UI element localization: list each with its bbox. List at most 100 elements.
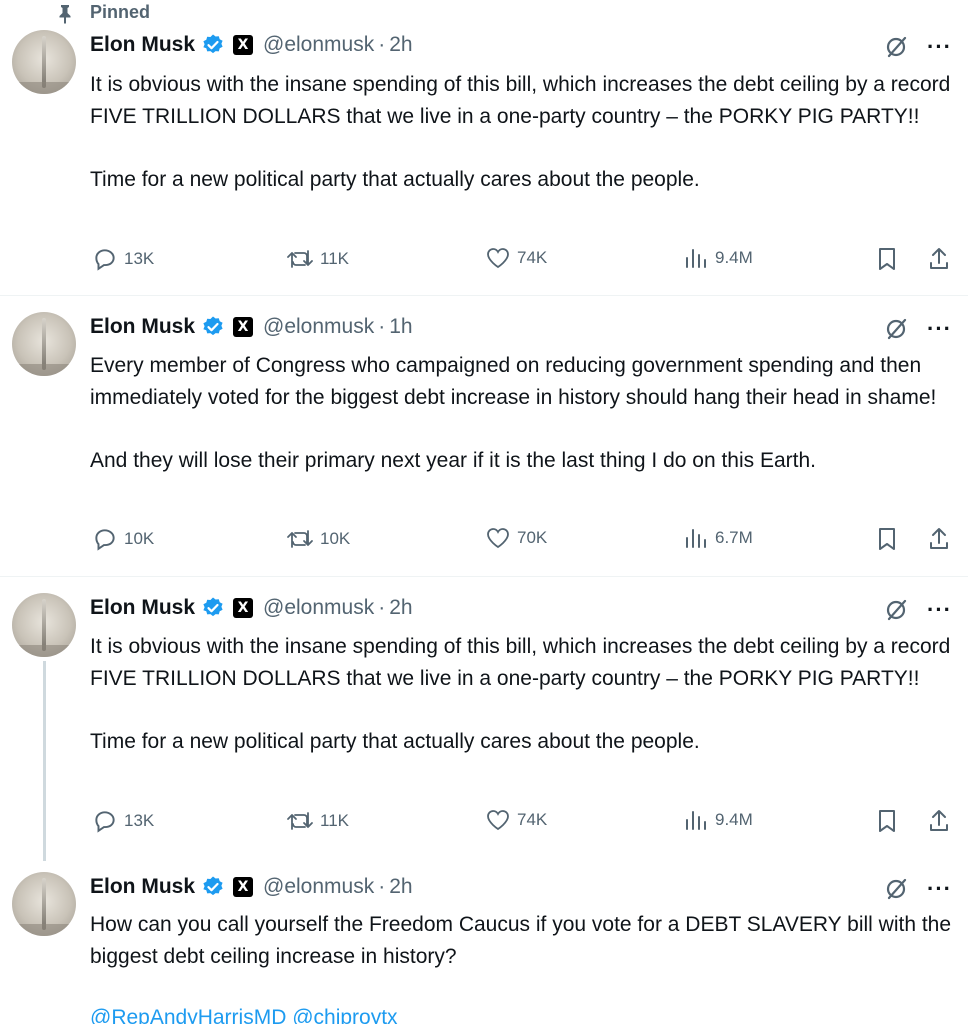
author-handle[interactable]: @elonmusk (263, 596, 374, 620)
author-name[interactable]: Elon Musk (90, 33, 195, 57)
like-icon (487, 810, 509, 831)
tweet-text: How can you call yourself the Freedom Ca… (90, 913, 952, 968)
reply-count: 13K (124, 811, 155, 830)
views-icon (686, 529, 706, 548)
timestamp[interactable]: 2h (389, 875, 412, 899)
avatar[interactable] (12, 30, 76, 94)
like-count: 70K (517, 528, 548, 547)
like-count: 74K (517, 248, 548, 267)
reply-button[interactable]: 13K (92, 808, 154, 834)
more-icon[interactable]: ··· (927, 597, 952, 623)
verified-badge-icon[interactable] (201, 33, 225, 57)
avatar[interactable] (12, 312, 76, 376)
more-icon[interactable]: ··· (927, 876, 952, 902)
reply-button[interactable]: 13K (92, 246, 154, 272)
retweet-count: 11K (320, 811, 349, 830)
retweet-count: 11K (320, 249, 349, 268)
separator: · (378, 33, 386, 56)
tweet-text: It is obvious with the insane spending o… (90, 635, 951, 753)
bookmark-icon (879, 248, 895, 270)
retweet-icon (287, 250, 313, 268)
tweet-actions: 13K 11K 74K 9.4M (0, 246, 968, 274)
tweet-text: It is obvious with the insane spending o… (90, 73, 951, 191)
view-count: 9.4M (715, 810, 753, 829)
like-button[interactable]: 74K (485, 246, 547, 270)
avatar[interactable] (12, 593, 76, 657)
more-icon[interactable]: ··· (927, 316, 952, 342)
reply-icon (95, 529, 115, 551)
retweet-button[interactable]: 10K (286, 526, 350, 552)
like-button[interactable]: 70K (485, 526, 547, 550)
share-button[interactable] (928, 808, 956, 834)
verified-badge-icon[interactable] (201, 596, 225, 620)
like-icon (487, 528, 509, 549)
grok-icon[interactable] (884, 597, 910, 628)
tweet[interactable]: Elon Musk X @elonmusk · 2h ··· It is obv… (0, 0, 968, 295)
reply-icon (95, 249, 115, 271)
grok-icon[interactable] (884, 34, 910, 65)
tweet-header: Elon Musk X @elonmusk · 2h (90, 593, 413, 623)
bookmark-button[interactable] (876, 808, 904, 834)
separator: · (378, 315, 386, 338)
grok-icon[interactable] (884, 316, 910, 347)
author-handle[interactable]: @elonmusk (263, 875, 374, 899)
separator: · (378, 596, 386, 619)
bookmark-button[interactable] (876, 526, 904, 552)
verified-badge-icon[interactable] (201, 315, 225, 339)
share-button[interactable] (928, 526, 956, 552)
x-logo-icon: X (233, 35, 254, 55)
tweet-text: Every member of Congress who campaigned … (90, 354, 937, 472)
bookmark-icon (879, 810, 895, 832)
author-handle[interactable]: @elonmusk (263, 315, 374, 339)
share-icon (930, 528, 948, 549)
retweet-button[interactable]: 11K (286, 808, 349, 834)
tweet-actions: 10K 10K 70K 6.7M (0, 526, 968, 554)
like-button[interactable]: 74K (485, 808, 547, 832)
views-button[interactable]: 6.7M (683, 526, 753, 550)
tweet-header: Elon Musk X @elonmusk · 1h (90, 312, 413, 342)
share-icon (930, 248, 948, 269)
tweet-actions: 13K 11K 74K 9.4M (0, 808, 968, 836)
tweet[interactable]: Elon Musk X @elonmusk · 1h ··· Every mem… (0, 296, 968, 576)
reply-icon (95, 811, 115, 833)
view-count: 9.4M (715, 248, 753, 267)
view-count: 6.7M (715, 528, 753, 547)
avatar[interactable] (12, 872, 76, 936)
separator: · (378, 875, 386, 898)
tweet[interactable]: Elon Musk X @elonmusk · 2h ··· How can y… (0, 862, 968, 1024)
retweet-icon (287, 530, 313, 548)
like-count: 74K (517, 810, 548, 829)
reply-count: 10K (124, 529, 155, 548)
tweet-header: Elon Musk X @elonmusk · 2h (90, 30, 413, 60)
retweet-count: 10K (320, 529, 351, 548)
bookmark-icon (879, 528, 895, 550)
share-button[interactable] (928, 246, 956, 272)
author-name[interactable]: Elon Musk (90, 596, 195, 620)
share-icon (930, 810, 948, 831)
reply-count: 13K (124, 249, 155, 268)
reply-button[interactable]: 10K (92, 526, 154, 552)
views-icon (686, 249, 706, 268)
timestamp[interactable]: 2h (389, 33, 412, 57)
tweet-header: Elon Musk X @elonmusk · 2h (90, 872, 413, 902)
timestamp[interactable]: 1h (389, 315, 412, 339)
tweet[interactable]: Elon Musk X @elonmusk · 2h ··· It is obv… (0, 577, 968, 862)
x-logo-icon: X (233, 317, 254, 337)
retweet-icon (287, 812, 313, 830)
bookmark-button[interactable] (876, 246, 904, 272)
views-button[interactable]: 9.4M (683, 808, 753, 832)
author-name[interactable]: Elon Musk (90, 875, 195, 899)
grok-icon[interactable] (884, 876, 910, 907)
views-button[interactable]: 9.4M (683, 246, 753, 270)
retweet-button[interactable]: 11K (286, 246, 349, 272)
more-icon[interactable]: ··· (927, 34, 952, 60)
mentions-links[interactable]: @RepAndyHarrisMD @chiproytx (90, 1006, 398, 1024)
views-icon (686, 811, 706, 830)
verified-badge-icon[interactable] (201, 875, 225, 899)
x-logo-icon: X (233, 877, 254, 897)
author-name[interactable]: Elon Musk (90, 315, 195, 339)
author-handle[interactable]: @elonmusk (263, 33, 374, 57)
timestamp[interactable]: 2h (389, 596, 412, 620)
x-logo-icon: X (233, 598, 254, 618)
like-icon (487, 248, 509, 269)
